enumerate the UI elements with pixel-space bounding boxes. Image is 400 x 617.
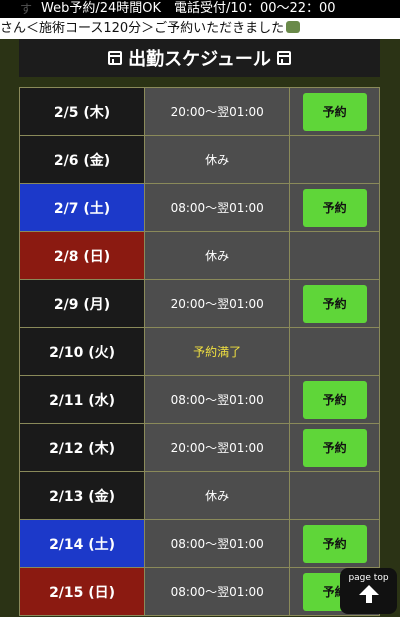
schedule-time: 休み [144,135,291,184]
schedule-date: 2/6 (金) [18,135,146,184]
reserve-cell: 予約 [289,279,380,328]
calendar-icon [108,51,123,65]
schedule-header: 出勤スケジュール [19,39,380,77]
info-bar: す Web予約/24時間OK 電話受付/10：00〜22：00 [0,0,400,18]
info-bar-ghost-text: す [20,2,33,16]
schedule-row: 2/13 (金) 休み [18,471,380,520]
fully-booked-status: 予約満了 [144,327,291,376]
schedule-table: 2/5 (木) 20:00〜翌01:00 予約 2/6 (金) 休み 2/7 (土) 08:… [18,87,380,616]
schedule-title: 出勤スケジュール [128,49,271,70]
page-top-label: page top [348,573,389,583]
reserve-button[interactable]: 予約 [302,284,367,323]
schedule-time: 08:00〜翌01:00 [144,567,291,616]
schedule-time: 08:00〜翌01:00 [144,519,291,568]
reserve-cell: 予約 [289,375,380,424]
reserve-cell: 予約 [289,519,380,568]
schedule-date: 2/5 (木) [18,87,146,136]
schedule-time: 休み [144,231,291,280]
schedule-row: 2/14 (土) 08:00〜翌01:00 予約 [18,519,380,568]
schedule-date: 2/13 (金) [18,471,146,520]
info-bar-text: Web予約/24時間OK 電話受付/10：00〜22：00 [41,1,336,16]
reserve-cell: 予約 [289,423,380,472]
reserve-button[interactable]: 予約 [302,188,367,227]
schedule-time: 20:00〜翌01:00 [144,423,291,472]
schedule-date: 2/7 (土) [18,183,146,232]
schedule-time: 08:00〜翌01:00 [144,375,291,424]
schedule-date: 2/15 (日) [18,567,146,616]
schedule-row: 2/7 (土) 08:00〜翌01:00 予約 [18,183,380,232]
schedule-date: 2/12 (木) [18,423,146,472]
schedule-date: 2/10 (火) [18,327,146,376]
schedule-time: 20:00〜翌01:00 [144,87,291,136]
schedule-row: 2/6 (金) 休み [18,135,380,184]
schedule-time: 20:00〜翌01:00 [144,279,291,328]
schedule-date: 2/9 (月) [18,279,146,328]
schedule-date: 2/14 (土) [18,519,146,568]
schedule-date: 2/8 (日) [18,231,146,280]
person-emoji-icon [286,21,301,33]
schedule-row: 2/8 (日) 休み [18,231,380,280]
schedule-date: 2/11 (水) [18,375,146,424]
reserve-button[interactable]: 予約 [302,380,367,419]
reserve-button[interactable]: 予約 [302,524,367,563]
reserve-cell [289,327,380,376]
reservation-ticker: さん＜施術コース120分＞ご予約いただきました [0,18,400,39]
reserve-button[interactable]: 予約 [302,428,367,467]
schedule-time: 休み [144,471,291,520]
schedule-row: 2/15 (日) 08:00〜翌01:00 予約 [18,567,380,616]
ticker-text: さん＜施術コース120分＞ご予約いただきました [0,21,285,36]
schedule-time: 08:00〜翌01:00 [144,183,291,232]
reserve-cell [289,135,380,184]
reserve-cell [289,231,380,280]
reserve-cell: 予約 [289,183,380,232]
schedule-row: 2/10 (火) 予約満了 [18,327,380,376]
reserve-cell [289,471,380,520]
reserve-button[interactable]: 予約 [302,92,367,131]
schedule-row: 2/11 (水) 08:00〜翌01:00 予約 [18,375,380,424]
schedule-row: 2/9 (月) 20:00〜翌01:00 予約 [18,279,380,328]
page-top-button[interactable]: page top [340,568,397,614]
reserve-cell: 予約 [289,87,380,136]
schedule-row: 2/12 (木) 20:00〜翌01:00 予約 [18,423,380,472]
calendar-icon [276,51,291,65]
arrow-up-icon [358,585,380,603]
schedule-row: 2/5 (木) 20:00〜翌01:00 予約 [18,87,380,136]
